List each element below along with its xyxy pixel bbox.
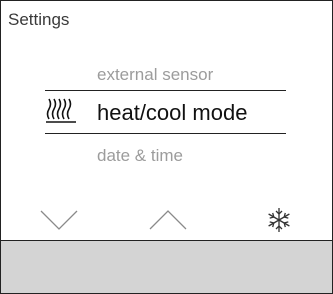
scroll-down-button[interactable] (37, 201, 87, 237)
snowflake-icon (268, 208, 290, 232)
menu-item-external-sensor[interactable]: external sensor (97, 65, 213, 85)
screen-title: Settings (8, 10, 70, 29)
selected-menu-label: heat/cool mode (97, 100, 248, 125)
thermostat-screen: Settings external sensor heat/cool mode … (0, 0, 333, 294)
cooling-mode-button[interactable] (257, 201, 301, 237)
heat-waves-icon (46, 98, 76, 123)
chevron-down-icon (40, 210, 78, 230)
selected-menu-row[interactable]: heat/cool mode (45, 90, 286, 134)
menu-item-date-time[interactable]: date & time (97, 146, 183, 166)
chevron-up-icon (149, 210, 187, 230)
bottom-status-bar (1, 240, 332, 293)
scroll-up-button[interactable] (146, 201, 196, 237)
